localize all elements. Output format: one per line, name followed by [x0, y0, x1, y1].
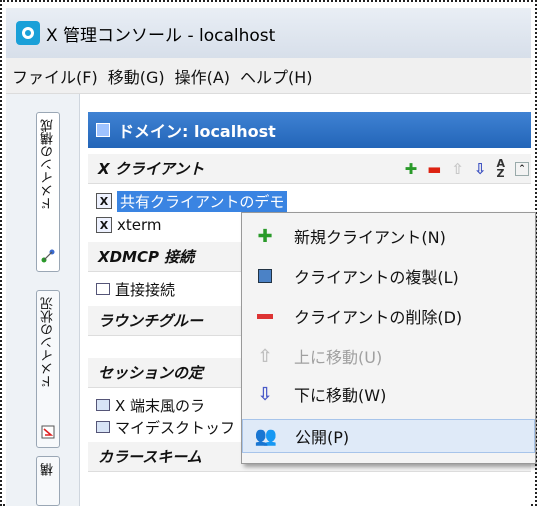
list-item-session1[interactable]: X 端末風のラ	[96, 394, 205, 416]
list-item-label: マイデスクトッフ	[115, 418, 236, 437]
move-up-icon: ⇧	[257, 345, 273, 367]
tab-domain-status[interactable]: ドメインの状況	[36, 290, 60, 448]
copy-icon	[254, 265, 276, 287]
monitor-icon	[96, 399, 110, 411]
menu-item-label: クライアントの複製(L)	[294, 268, 459, 287]
tab-domain-status-label: ドメインの状況	[40, 297, 56, 388]
list-item-label: 共有クライアントのデモ	[117, 190, 288, 212]
title-bar: X 管理コンソール - localhost	[6, 8, 531, 58]
list-item-label: X 端末風のラ	[115, 396, 206, 415]
remove-icon[interactable]: ▬	[427, 160, 441, 178]
menu-item-duplicate-client[interactable]: クライアントの複製(L)	[242, 259, 535, 293]
list-item-shared-client[interactable]: X 共有クライアントのデモ	[96, 190, 288, 212]
menu-item-publish[interactable]: 👥 公開(P)	[242, 419, 535, 453]
network-icon	[41, 249, 55, 263]
collapse-icon[interactable]: ⌃	[515, 161, 529, 176]
section-session-title: セッションの定	[98, 364, 204, 382]
delete-icon	[254, 305, 276, 327]
tab-third-label: 構	[40, 463, 56, 476]
domain-header: ドメイン: localhost	[88, 112, 531, 148]
tab-domain-config-label: ドメインの構成	[40, 119, 56, 210]
menu-action[interactable]: 操作(A)	[175, 64, 230, 88]
direct-connection-icon	[96, 283, 110, 295]
menu-item-label: クライアントの削除(D)	[294, 308, 463, 327]
xclients-toolbar: ✚ ▬ ⇧ ⇩ AZ ⌃	[405, 158, 529, 179]
add-icon[interactable]: ✚	[405, 160, 418, 178]
menu-item-move-down[interactable]: ⇩ 下に移動(W)	[242, 377, 535, 411]
list-item-label: 直接接続	[115, 280, 176, 299]
move-down-icon[interactable]: ⇩	[474, 160, 487, 178]
menu-item-delete-client[interactable]: クライアントの削除(D)	[242, 299, 535, 333]
section-xdmcp-title: XDMCP 接続	[98, 248, 195, 266]
menu-file[interactable]: ファイル(F)	[12, 64, 98, 88]
menu-item-label: 上に移動(U)	[294, 348, 383, 367]
app-icon	[16, 21, 40, 45]
list-item-session2[interactable]: マイデスクトッフ	[96, 416, 235, 438]
menu-item-new-client[interactable]: ✚ 新規クライアント(N)	[242, 219, 535, 253]
section-colors-title: カラースキーム	[98, 448, 202, 466]
publish-icon: 👥	[254, 425, 278, 447]
domain-title: ドメイン: localhost	[118, 122, 276, 141]
sort-az-icon[interactable]: AZ	[496, 158, 505, 179]
menu-bar: ファイル(F) 移動(G) 操作(A) ヘルプ(H)	[6, 58, 531, 94]
tab-third[interactable]: 構	[36, 456, 60, 506]
section-launch-title: ラウンチグルー	[98, 312, 204, 330]
vertical-tab-strip: ドメインの構成 ドメインの状況 構	[6, 94, 80, 506]
menu-item-label: 公開(P)	[295, 428, 350, 447]
section-xclients[interactable]: X クライアント ✚ ▬ ⇧ ⇩ AZ ⌃	[88, 154, 531, 184]
move-up-icon[interactable]: ⇧	[451, 160, 464, 178]
list-item-xterm[interactable]: X xterm	[96, 214, 162, 236]
menu-item-label: 下に移動(W)	[294, 386, 387, 405]
list-item-direct[interactable]: 直接接続	[96, 278, 175, 300]
context-menu: ✚ 新規クライアント(N) クライアントの複製(L) クライアントの削除(D) …	[241, 212, 536, 464]
menu-item-move-up[interactable]: ⇧ 上に移動(U)	[242, 339, 535, 373]
add-icon: ✚	[257, 225, 273, 247]
window-title: X 管理コンソール - localhost	[46, 25, 276, 46]
tab-domain-config[interactable]: ドメインの構成	[36, 112, 60, 272]
list-item-label: xterm	[117, 216, 162, 234]
move-down-icon: ⇩	[257, 383, 273, 405]
menu-item-label: 新規クライアント(N)	[294, 228, 446, 247]
menu-help[interactable]: ヘルプ(H)	[240, 64, 313, 88]
x-client-icon: X	[96, 193, 112, 209]
section-xclients-title: X クライアント	[98, 160, 205, 178]
monitor-icon	[96, 421, 110, 433]
x-client-icon: X	[96, 217, 112, 233]
menu-go[interactable]: 移動(G)	[108, 64, 165, 88]
domain-icon	[96, 123, 110, 137]
status-icon	[41, 425, 55, 439]
